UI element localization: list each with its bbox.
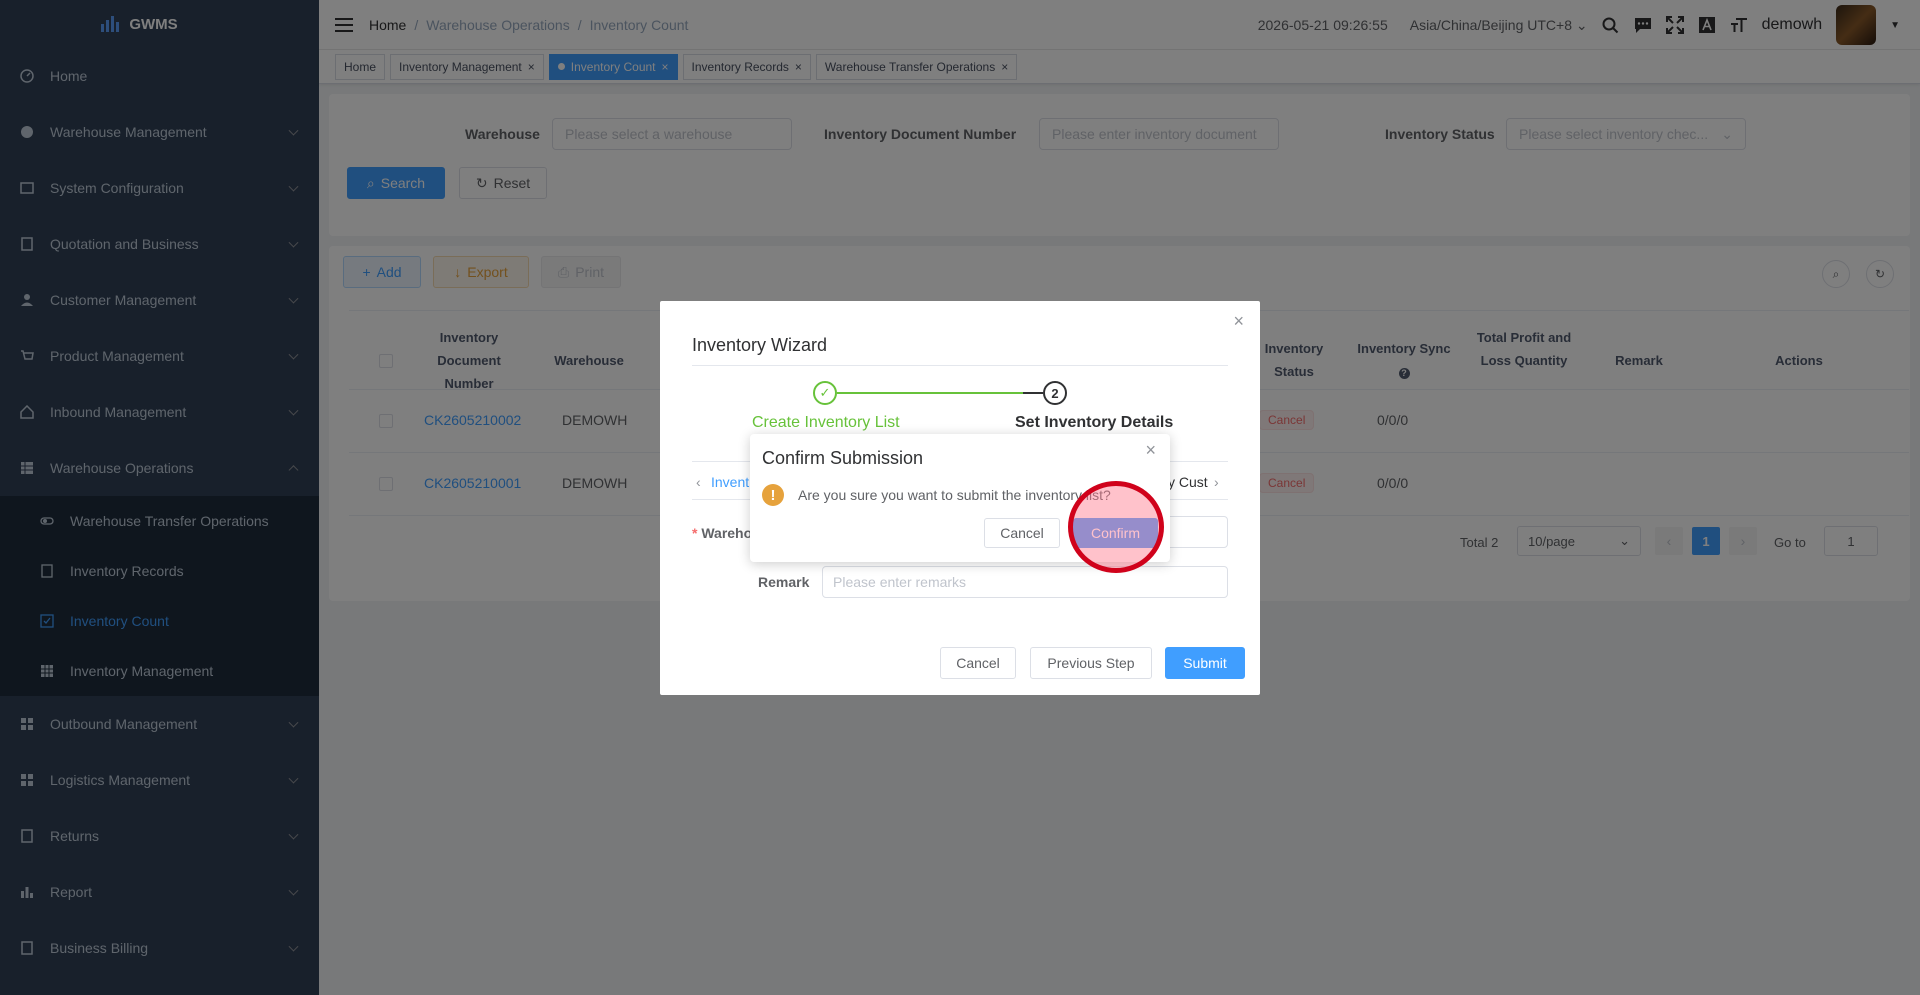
click-highlight-marker	[1068, 481, 1164, 573]
warning-icon: !	[762, 484, 784, 506]
close-icon[interactable]: ×	[1145, 440, 1156, 461]
confirm-title: Confirm Submission	[762, 448, 924, 468]
confirm-cancel-button[interactable]: Cancel	[984, 518, 1060, 548]
confirm-message: Are you sure you want to submit the inve…	[798, 487, 1111, 503]
